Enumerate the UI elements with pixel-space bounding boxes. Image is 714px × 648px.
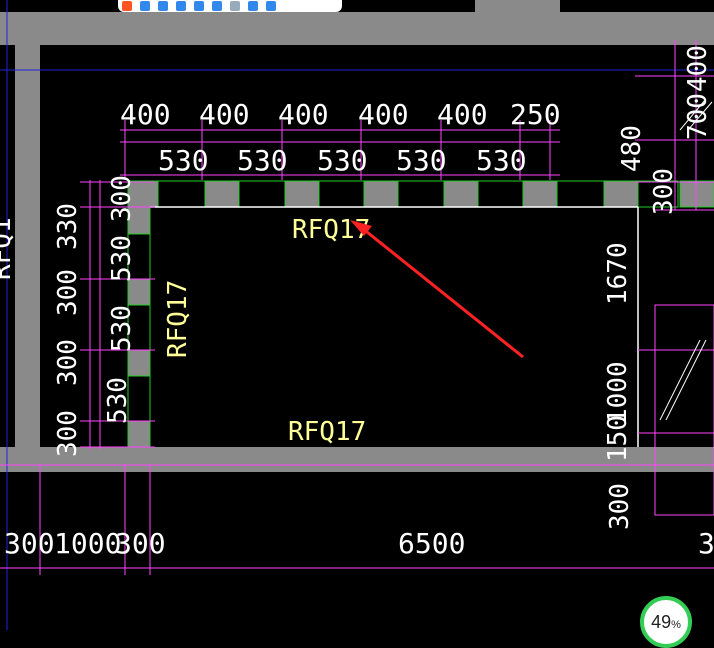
- top-dim2-4: 530: [396, 144, 447, 177]
- wall-label-left[interactable]: RFQ17: [163, 280, 193, 358]
- top-dim-4: 400: [358, 98, 409, 131]
- zhong-icon[interactable]: [140, 1, 150, 11]
- top-dim2-1: 530: [158, 144, 209, 177]
- right-dim-300: 300: [605, 483, 635, 530]
- dim-480: 480: [617, 125, 647, 172]
- bottom-dim-1000: 1000: [54, 527, 121, 560]
- tool-icon[interactable]: [248, 1, 258, 11]
- right-dim-150: 150: [603, 415, 633, 462]
- keyboard-icon[interactable]: [212, 1, 222, 11]
- bottom-dim-300a: 300: [4, 527, 55, 560]
- wall-label-top[interactable]: RFQ17: [292, 215, 370, 245]
- inner-dim-530c: 530: [103, 377, 133, 424]
- bottom-dim-6500: 6500: [398, 527, 465, 560]
- left-dim-300a: 300: [53, 269, 83, 316]
- wall-label-bottom[interactable]: RFQ17: [288, 417, 366, 447]
- punct-icon[interactable]: [158, 1, 168, 11]
- zoom-badge[interactable]: 49%: [640, 596, 692, 648]
- zoom-value: 49: [651, 612, 672, 632]
- left-wall: [15, 45, 40, 447]
- ime-toolbar: [118, 0, 342, 12]
- sogou-s-icon[interactable]: [122, 1, 132, 11]
- dim-300-right: 300: [649, 168, 679, 215]
- dim-400: 400: [683, 45, 713, 92]
- settings-icon[interactable]: [266, 1, 276, 11]
- top-dim2-2: 530: [237, 144, 288, 177]
- cad-drawing-canvas[interactable]: 400 400 400 400 400 250 530 530 530 530 …: [0, 0, 714, 630]
- inner-dim-530a: 530: [107, 235, 137, 282]
- top-dim-1: 400: [120, 98, 171, 131]
- top-dim2-3: 530: [317, 144, 368, 177]
- right-boundary: [150, 206, 639, 447]
- right-dim-1000: 1000: [603, 361, 633, 424]
- top-column-strip: [127, 180, 714, 208]
- hatch-lines: [659, 99, 713, 421]
- bottom-dim-300b: 300: [115, 527, 166, 560]
- top-dim-6: 250: [510, 98, 561, 131]
- zoom-unit: %: [671, 619, 681, 631]
- top-dim2-5: 530: [476, 144, 527, 177]
- skin-icon[interactable]: [230, 1, 240, 11]
- bottom-dim-30: 30: [698, 527, 714, 560]
- arrow-annotation: [350, 220, 524, 359]
- side-label: RFQ1: [0, 217, 17, 280]
- top-wall: [0, 12, 714, 45]
- top-wall-opening: [475, 0, 560, 45]
- dim-700: 700: [683, 93, 713, 140]
- inner-dim-300: 300: [107, 175, 137, 222]
- inner-dim-530b: 530: [107, 305, 137, 352]
- top-dim-5: 400: [437, 98, 488, 131]
- top-dim-2: 400: [199, 98, 250, 131]
- right-dim-1670: 1670: [603, 242, 633, 305]
- top-dim-3: 400: [278, 98, 329, 131]
- emoji-icon[interactable]: [176, 1, 186, 11]
- mic-icon[interactable]: [194, 1, 204, 11]
- left-dim-300b: 300: [53, 339, 83, 386]
- left-dim-330: 330: [53, 203, 83, 250]
- left-dim-300c: 300: [53, 410, 83, 457]
